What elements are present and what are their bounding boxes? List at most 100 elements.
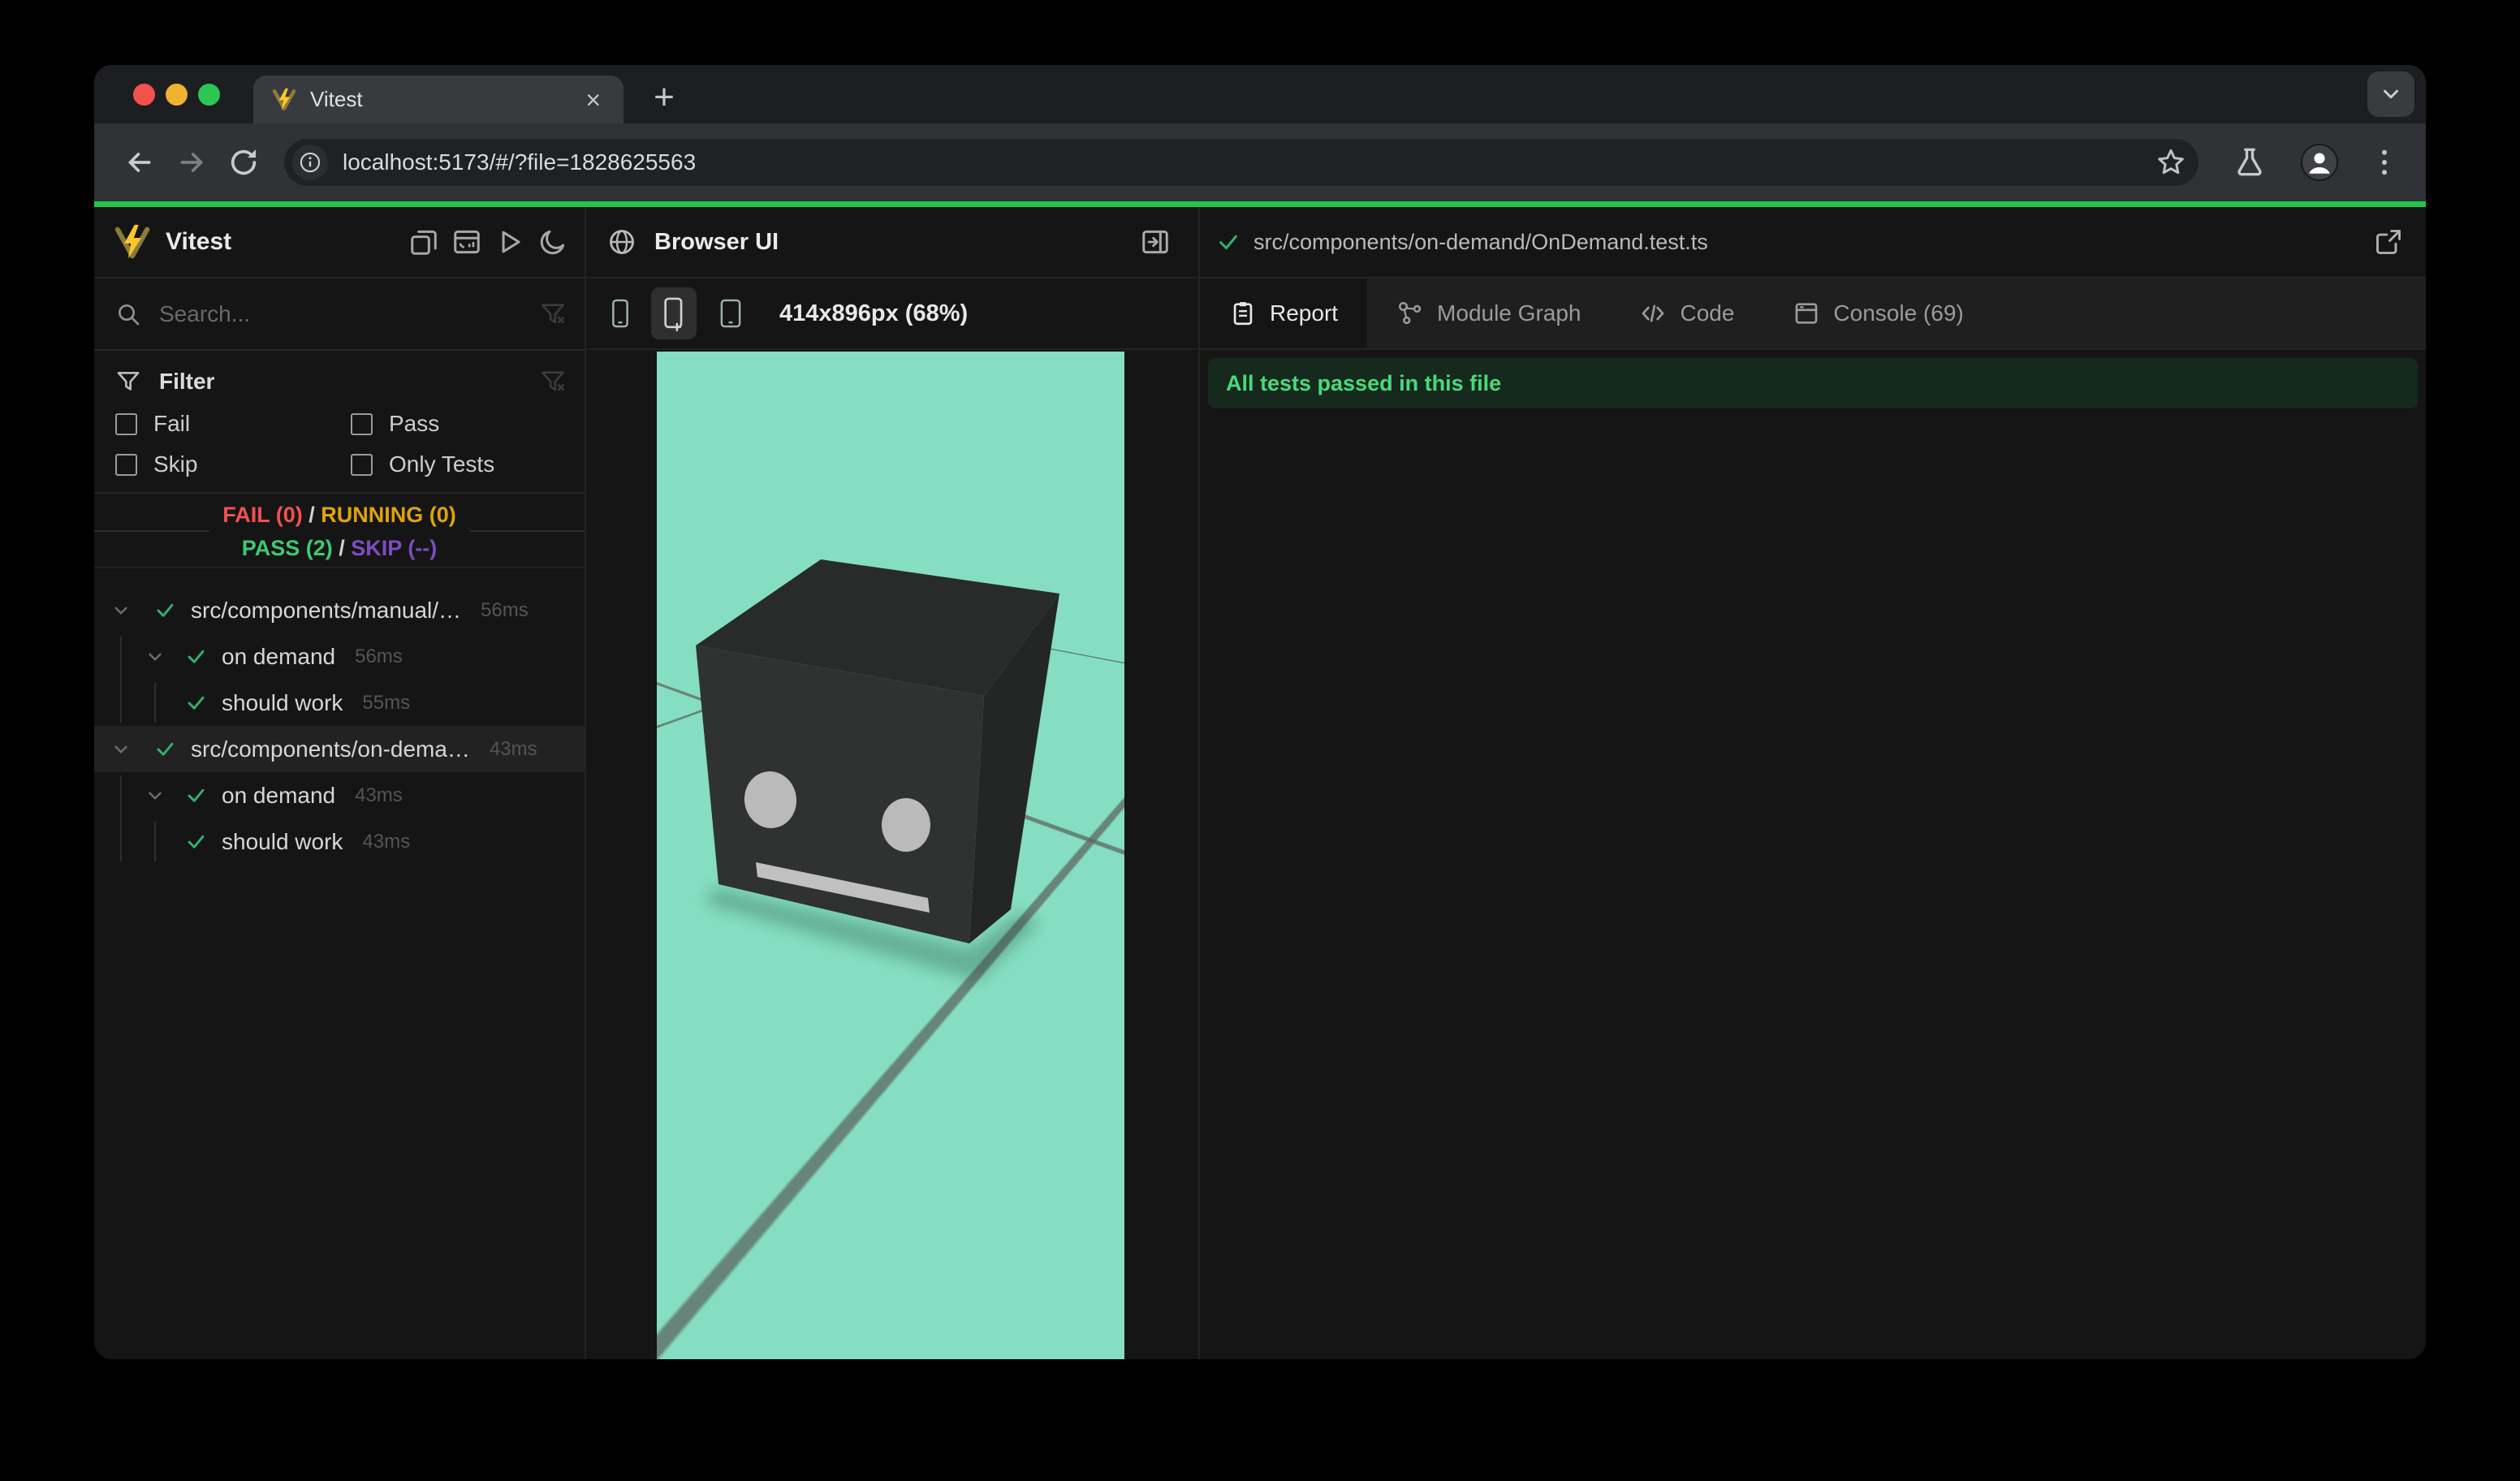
- search-row: [94, 278, 585, 351]
- test-duration: 43ms: [355, 784, 403, 806]
- checkbox-icon[interactable]: [351, 453, 373, 476]
- device-toolbar: 414x896px (68%): [586, 278, 1198, 350]
- app-title: Vitest: [166, 228, 232, 255]
- close-window-button[interactable]: [133, 84, 155, 106]
- tab-console[interactable]: Console (69): [1763, 278, 1992, 348]
- chevron-down-icon[interactable]: [145, 785, 166, 806]
- browser-tabstrip: Vitest × +: [94, 65, 2426, 123]
- test-duration: 43ms: [489, 737, 537, 760]
- module-graph-icon: [1399, 301, 1422, 325]
- pass-check-icon: [188, 650, 205, 663]
- tablet-icon[interactable]: [714, 295, 747, 332]
- test-case-row[interactable]: should work 55ms: [94, 680, 585, 726]
- pass-count: PASS (2): [241, 536, 333, 560]
- test-suite-row[interactable]: on demand 43ms: [94, 772, 585, 818]
- experiments-flask-icon[interactable]: [2233, 145, 2267, 179]
- small-phone-icon[interactable]: [604, 295, 636, 332]
- tab-search-button[interactable]: [2367, 71, 2414, 117]
- file-header: src/components/on-demand/OnDemand.test.t…: [1200, 207, 2426, 278]
- site-info-icon[interactable]: [292, 145, 328, 180]
- test-file-row-selected[interactable]: src/components/on-dema… 43ms: [94, 726, 585, 772]
- indent-guide: [120, 775, 122, 861]
- minimize-window-button[interactable]: [166, 84, 188, 106]
- viewport-area: [586, 350, 1198, 1359]
- test-label: should work: [222, 689, 343, 715]
- new-tab-button[interactable]: +: [643, 80, 685, 115]
- filter-title: Filter: [159, 369, 215, 394]
- filter-checkbox-pass[interactable]: Pass: [351, 411, 567, 437]
- indent-guide: [120, 637, 122, 723]
- indent-guide: [154, 683, 156, 723]
- test-suite-row[interactable]: on demand 56ms: [94, 633, 585, 680]
- browser-preview-pane: Browser UI 414x896px (68%): [586, 207, 1200, 1359]
- clear-search-filter-icon[interactable]: [539, 300, 567, 328]
- dock-panel-right-icon[interactable]: [1140, 227, 1171, 257]
- clear-filter-icon[interactable]: [539, 368, 567, 395]
- tested-app-viewport[interactable]: [657, 352, 1124, 1359]
- browser-tab-vitest[interactable]: Vitest ×: [253, 76, 624, 123]
- reload-icon[interactable]: [227, 146, 260, 179]
- pass-check-icon: [188, 835, 205, 848]
- filter-checkbox-only-tests[interactable]: Only Tests: [351, 451, 567, 477]
- globe-icon: [610, 230, 634, 254]
- search-input[interactable]: [159, 300, 539, 327]
- pass-check-icon: [188, 696, 205, 710]
- test-duration: 56ms: [355, 645, 403, 667]
- running-count: RUNNING (0): [321, 503, 456, 527]
- dark-mode-moon-icon[interactable]: [537, 227, 568, 257]
- test-label: src/components/on-dema…: [191, 736, 470, 762]
- profile-avatar[interactable]: [2301, 144, 2338, 181]
- sidebar: Vitest Search... Filter Fail Pass Skip O…: [94, 207, 586, 1359]
- filter-checkbox-fail[interactable]: Fail: [115, 411, 351, 437]
- chevron-down-icon[interactable]: [145, 646, 166, 667]
- console-icon: [1796, 303, 1818, 324]
- robot-cube-3d: [696, 559, 1059, 981]
- test-label: should work: [222, 828, 343, 854]
- chevron-down-icon[interactable]: [110, 739, 132, 760]
- all-passed-banner: All tests passed in this file: [1208, 358, 2418, 408]
- tab-title: Vitest: [310, 87, 363, 111]
- browser-window: Vitest × + localhost:5173/#/?file=182862…: [94, 65, 2426, 1359]
- open-external-icon[interactable]: [2374, 227, 2403, 257]
- test-label: on demand: [222, 782, 336, 808]
- report-pane: src/components/on-demand/OnDemand.test.t…: [1200, 207, 2426, 1359]
- forward-icon[interactable]: [175, 146, 208, 179]
- test-file-row[interactable]: src/components/manual/… 56ms: [94, 587, 585, 633]
- window-controls: [133, 84, 220, 106]
- banner-text: All tests passed in this file: [1226, 370, 1502, 395]
- tab-close-icon[interactable]: ×: [580, 87, 606, 113]
- tab-report[interactable]: Report: [1200, 278, 1368, 348]
- zoom-window-button[interactable]: [198, 84, 220, 106]
- tab-code[interactable]: Code: [1610, 278, 1763, 348]
- test-case-row[interactable]: should work 43ms: [94, 818, 585, 865]
- tab-module-graph[interactable]: Module Graph: [1367, 278, 1610, 348]
- run-all-icon[interactable]: [494, 227, 525, 257]
- pass-check-icon: [157, 603, 174, 617]
- filter-funnel-icon: [117, 372, 140, 391]
- url-text[interactable]: localhost:5173/#/?file=1828625563: [343, 149, 2155, 175]
- collapse-panels-icon[interactable]: [408, 227, 439, 257]
- checkbox-icon[interactable]: [115, 453, 137, 476]
- menu-dots-icon[interactable]: [2367, 145, 2401, 179]
- dashboard-icon[interactable]: [451, 227, 482, 257]
- checkbox-icon[interactable]: [351, 412, 373, 435]
- pass-check-icon: [157, 742, 174, 756]
- back-icon[interactable]: [123, 146, 156, 179]
- test-duration: 55ms: [362, 691, 411, 714]
- filter-checkbox-skip[interactable]: Skip: [115, 451, 351, 477]
- filter-section: Filter Fail Pass Skip Only Tests: [94, 351, 585, 494]
- search-icon: [119, 304, 140, 325]
- bookmark-star-icon[interactable]: [2155, 146, 2187, 179]
- chevron-down-icon[interactable]: [110, 600, 132, 621]
- test-duration: 56ms: [481, 598, 529, 621]
- vitest-logo: [114, 224, 150, 259]
- test-label: src/components/manual/…: [191, 597, 462, 623]
- address-bar[interactable]: localhost:5173/#/?file=1828625563: [284, 139, 2199, 186]
- vitest-ui: Vitest Search... Filter Fail Pass Skip O…: [94, 207, 2426, 1359]
- sidebar-header: Vitest: [94, 207, 585, 278]
- fail-count: FAIL (0): [222, 503, 303, 527]
- report-tabs: Report Module Graph Code Console (69): [1200, 278, 2426, 350]
- pass-check-icon: [188, 788, 205, 802]
- phone-plus-icon-active[interactable]: [651, 287, 697, 339]
- checkbox-icon[interactable]: [115, 412, 137, 435]
